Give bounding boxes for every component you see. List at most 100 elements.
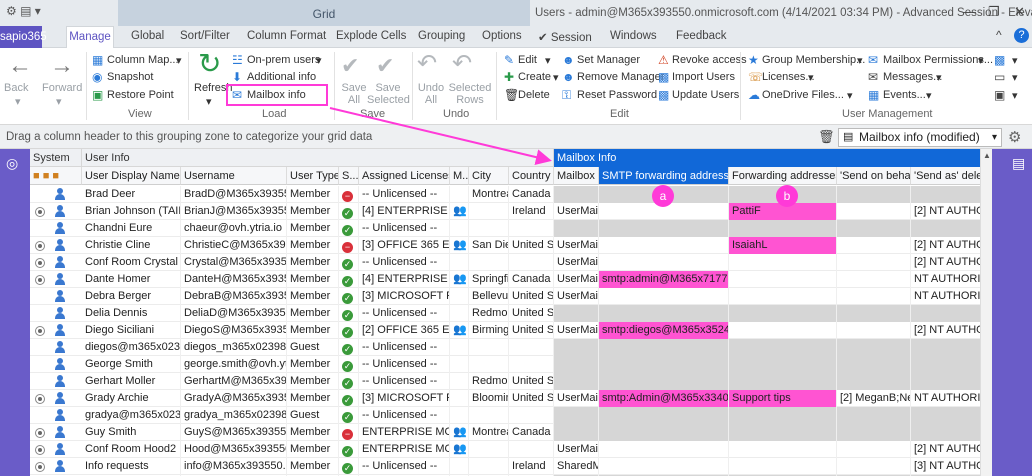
- delete-view-icon[interactable]: 🗑: [818, 129, 835, 145]
- cell-mbx[interactable]: UserMailb: [554, 288, 599, 305]
- cell-user[interactable]: BradD@M365x393550.o: [181, 186, 287, 203]
- cell-city[interactable]: [469, 458, 509, 475]
- device-icon[interactable]: ▭: [994, 70, 1005, 84]
- cell-smtp[interactable]: [599, 254, 729, 271]
- cell-smtp[interactable]: smtp:Admin@M365x334001.: [599, 390, 729, 407]
- cell-country[interactable]: [509, 407, 554, 424]
- row-selector-radio[interactable]: [35, 207, 45, 217]
- cell-smtp[interactable]: [599, 407, 729, 424]
- license-status-icon[interactable]: ✓: [339, 220, 359, 237]
- cell-m[interactable]: 👥: [450, 424, 469, 441]
- undo-selected-icon[interactable]: ↶: [452, 52, 472, 76]
- cell-mbx[interactable]: UserMailb: [554, 390, 599, 407]
- cell-smtp[interactable]: [599, 288, 729, 305]
- table-row[interactable]: Diego SicilianiDiegoS@M365x393550.(Membe…: [30, 322, 992, 339]
- header-username[interactable]: Username: [181, 167, 287, 185]
- cell-name[interactable]: Chandni Eure: [82, 220, 181, 237]
- cell-smtp[interactable]: [599, 441, 729, 458]
- header-mailbox-type[interactable]: Mailbox ...: [554, 167, 599, 185]
- onedrive-files-button[interactable]: OneDrive Files...: [762, 89, 844, 101]
- cell-user[interactable]: chaeur@ovh.ytria.io: [181, 220, 287, 237]
- table-row[interactable]: Info requestsinfo@M365x393550.onnMember✓…: [30, 458, 992, 475]
- cell-user[interactable]: DiegoS@M365x393550.(: [181, 322, 287, 339]
- cell-fwd[interactable]: [729, 305, 837, 322]
- cell-type[interactable]: Member: [287, 322, 339, 339]
- cell-smtp[interactable]: [599, 373, 729, 390]
- save-selected-icon[interactable]: ✔: [376, 54, 394, 78]
- settings-gear-icon[interactable]: ⚙: [1008, 128, 1021, 146]
- maximize-button[interactable]: ❐: [988, 4, 1000, 20]
- messages-button[interactable]: Messages...: [883, 71, 942, 83]
- cell-lic[interactable]: -- Unlicensed --: [359, 458, 450, 475]
- license-status-icon[interactable]: −: [339, 186, 359, 203]
- save-all-icon[interactable]: ✔: [341, 54, 359, 78]
- cell-lic[interactable]: -- Unlicensed --: [359, 373, 450, 390]
- licenses-dropdown-icon[interactable]: ▾: [808, 71, 814, 84]
- cell-lic[interactable]: -- Unlicensed --: [359, 305, 450, 322]
- cell-name[interactable]: Debra Berger: [82, 288, 181, 305]
- cell-m[interactable]: [450, 220, 469, 237]
- events-dropdown-icon[interactable]: ▾: [926, 89, 932, 102]
- cell-name[interactable]: Grady Archie: [82, 390, 181, 407]
- tab-options[interactable]: Options: [482, 30, 522, 42]
- import-users-button[interactable]: Import Users: [672, 71, 735, 83]
- cell-city[interactable]: Montreal: [469, 186, 509, 203]
- cell-country[interactable]: [509, 254, 554, 271]
- table-row[interactable]: Christie ClineChristieC@M365x39355CMembe…: [30, 237, 992, 254]
- cell-fwd[interactable]: IsaiahL: [729, 237, 837, 254]
- delete-button[interactable]: Delete: [518, 89, 550, 101]
- cell-city[interactable]: Redmond: [469, 305, 509, 322]
- cell-city[interactable]: Montreal: [469, 424, 509, 441]
- view-selector[interactable]: ▤ Mailbox info (modified) ▾: [838, 128, 1002, 147]
- cell-type[interactable]: Member: [287, 220, 339, 237]
- table-row[interactable]: Debra BergerDebraB@M365x393550.Member✓ [3…: [30, 288, 992, 305]
- license-status-icon[interactable]: ✓: [339, 339, 359, 356]
- table-row[interactable]: diegos@m365x023986diegos_m365x023986.orG…: [30, 339, 992, 356]
- refresh-icon[interactable]: ↻: [198, 50, 221, 78]
- tab-session[interactable]: ✔ Session: [538, 30, 592, 44]
- undo-all-button[interactable]: Undo All: [416, 82, 446, 106]
- cell-type[interactable]: Member: [287, 305, 339, 322]
- row-selector-radio[interactable]: [35, 462, 45, 472]
- license-status-icon[interactable]: ✓: [339, 322, 359, 339]
- tab-explode-cells[interactable]: Explode Cells: [336, 30, 406, 42]
- table-row[interactable]: Brad DeerBradD@M365x393550.oMember−-- Un…: [30, 186, 992, 203]
- extra-dropdown-icon[interactable]: ▾: [1012, 71, 1018, 84]
- cell-name[interactable]: Conf Room Hood2: [82, 441, 181, 458]
- header-display-name[interactable]: User Display Name: [82, 167, 181, 185]
- cell-city[interactable]: [469, 220, 509, 237]
- tab-sort-filter[interactable]: Sort/Filter: [180, 30, 230, 42]
- cell-mbx[interactable]: UserMailb: [554, 441, 599, 458]
- cell-mbx[interactable]: [554, 373, 599, 390]
- cell-city[interactable]: Redmond: [469, 373, 509, 390]
- cell-country[interactable]: Ireland: [509, 458, 554, 475]
- cell-type[interactable]: Member: [287, 356, 339, 373]
- messages-dropdown-icon[interactable]: ▾: [936, 71, 942, 84]
- cell-lic[interactable]: [4] ENTERPRISE MOI: [359, 203, 450, 220]
- table-row[interactable]: Brian Johnson (TAILSPINBrianJ@M365x39355…: [30, 203, 992, 220]
- cell-user[interactable]: DebraB@M365x393550.: [181, 288, 287, 305]
- row-selector-radio[interactable]: [35, 258, 45, 268]
- close-button[interactable]: ✕: [1014, 4, 1025, 20]
- table-row[interactable]: Conf Room CrystalCrystal@M365x393550.cMe…: [30, 254, 992, 271]
- cell-sob[interactable]: [837, 322, 911, 339]
- extra-dropdown-icon[interactable]: ▾: [1012, 54, 1018, 67]
- table-row[interactable]: Dante HomerDanteH@M365x393550.Member✓ [4]…: [30, 271, 992, 288]
- cell-m[interactable]: [450, 339, 469, 356]
- cell-name[interactable]: diegos@m365x023986: [82, 339, 181, 356]
- cell-user[interactable]: diegos_m365x023986.or: [181, 339, 287, 356]
- header-user-type[interactable]: User Type: [287, 167, 339, 185]
- header-status[interactable]: S...: [339, 167, 359, 185]
- cell-country[interactable]: Canada: [509, 186, 554, 203]
- cell-mbx[interactable]: UserMailb: [554, 254, 599, 271]
- cell-m[interactable]: [450, 373, 469, 390]
- cell-city[interactable]: [469, 407, 509, 424]
- cell-m[interactable]: [450, 390, 469, 407]
- header-send-on-behalf[interactable]: 'Send on behalf...: [837, 167, 911, 185]
- column-map-button[interactable]: Column Map...: [107, 54, 179, 66]
- cell-country[interactable]: [509, 441, 554, 458]
- cell-m[interactable]: 👥: [450, 322, 469, 339]
- cell-city[interactable]: San Diego: [469, 237, 509, 254]
- cell-country[interactable]: Canada: [509, 271, 554, 288]
- cell-user[interactable]: DanteH@M365x393550.: [181, 271, 287, 288]
